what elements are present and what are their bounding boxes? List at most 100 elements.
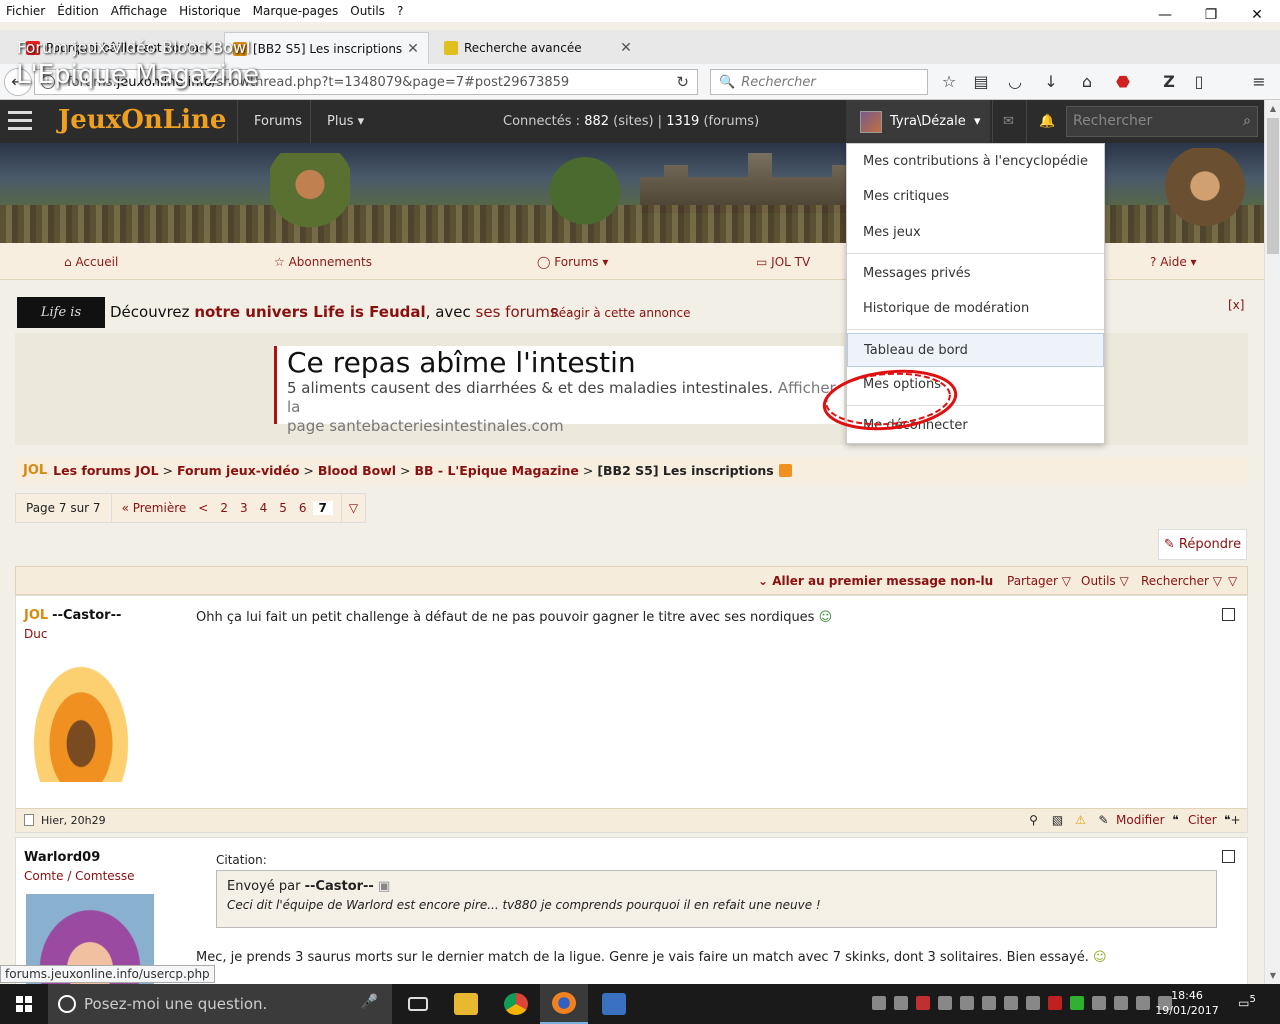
quote-icon[interactable]: ❝ — [1168, 813, 1183, 828]
microphone-icon[interactable]: 🎤 — [361, 994, 378, 1010]
menu-aide[interactable]: ? — [391, 4, 409, 18]
tray-wifi-icon[interactable] — [1114, 996, 1128, 1010]
page-scrollbar[interactable]: ▲ ▼ — [1264, 100, 1280, 984]
bell-icon[interactable]: 🔔 — [1026, 100, 1062, 143]
tab-advanced-search[interactable]: Recherche avancée ✕ — [436, 32, 641, 64]
alert-icon[interactable]: ⚠ — [1073, 813, 1088, 828]
notification-center-icon[interactable]: ▭5 — [1236, 994, 1258, 1014]
tray-app-icon[interactable] — [1026, 996, 1040, 1010]
menu-item-tableau-de-bord[interactable]: Tableau de bord — [847, 333, 1104, 367]
download-icon[interactable]: ↓ — [1040, 72, 1062, 92]
tools-menu[interactable]: Outils ▽ — [1081, 574, 1129, 588]
jeuxonline-logo[interactable]: JeuxOnLine — [58, 105, 226, 135]
rss-icon[interactable] — [778, 463, 792, 477]
hamburger-menu-icon[interactable]: ≡ — [1248, 72, 1270, 92]
tray-app-icon[interactable] — [1092, 996, 1106, 1010]
page-link[interactable]: 5 — [273, 501, 293, 515]
forums-link[interactable]: ses forums — [476, 303, 558, 321]
close-announcement-button[interactable]: [x] — [1228, 298, 1244, 312]
edit-link[interactable]: Modifier — [1116, 813, 1165, 827]
clock[interactable]: 18:46 19/01/2017 — [1152, 988, 1222, 1018]
post-author[interactable]: Warlord09 — [24, 850, 100, 865]
nav-plus[interactable]: Plus ▾ — [310, 100, 380, 143]
taskbar-explorer[interactable] — [442, 984, 490, 1024]
tray-volume-icon[interactable] — [1136, 996, 1150, 1010]
reading-list-icon[interactable]: ▤ — [970, 72, 992, 92]
menu-item-jeux[interactable]: Mes jeux — [847, 216, 1104, 250]
menu-item-critiques[interactable]: Mes critiques — [847, 180, 1104, 214]
site-search-input[interactable]: Rechercher ⌕ — [1066, 106, 1258, 137]
document-icon[interactable]: ▯ — [1188, 72, 1210, 92]
announcement-link[interactable]: notre univers Life is Feudal — [194, 303, 425, 321]
scroll-down-icon[interactable]: ▼ — [1265, 971, 1280, 980]
page-prev[interactable]: < — [192, 501, 214, 515]
menu-edition[interactable]: Édition — [51, 4, 105, 18]
menu-outils[interactable]: Outils — [344, 4, 391, 18]
menu-historique[interactable]: Historique — [173, 4, 247, 18]
banner-title[interactable]: L'Epique Magazine — [16, 60, 259, 90]
banner-crumb-forum[interactable]: Forum jeux-vidéo — [17, 38, 156, 57]
ad-content[interactable]: Ce repas abîme l'intestin 5 aliments cau… — [274, 346, 844, 435]
bookmark-star-icon[interactable]: ☆ — [938, 72, 960, 92]
subnav-aide[interactable]: ? Aide ▾ — [1150, 255, 1197, 269]
nav-forums[interactable]: Forums — [237, 100, 318, 143]
menu-item-messages-prives[interactable]: Messages privés — [847, 257, 1104, 291]
menu-item-deconnecter[interactable]: Me déconnecter — [847, 409, 1104, 443]
tray-usb-icon[interactable] — [872, 996, 886, 1010]
breadcrumb-blood-bowl[interactable]: Blood Bowl — [318, 463, 396, 478]
post-author[interactable]: JOL --Castor-- — [24, 608, 121, 623]
tray-avira-icon[interactable] — [1048, 996, 1062, 1010]
subnav-abonnements[interactable]: ☆ Abonnements — [274, 255, 372, 269]
page-link[interactable]: 6 — [293, 501, 313, 515]
adblock-icon[interactable]: ⬣ — [1112, 72, 1134, 92]
tray-app-icon[interactable] — [960, 996, 974, 1010]
share-menu[interactable]: Partager ▽ — [1007, 574, 1071, 588]
banner-crumb-bloodbowl[interactable]: Blood Bowl — [162, 38, 251, 57]
menu-item-mes-options[interactable]: Mes options — [847, 368, 1104, 402]
search-thread-menu[interactable]: Rechercher ▽ — [1141, 574, 1222, 588]
menu-item-contributions[interactable]: Mes contributions à l'encyclopédie — [847, 145, 1104, 179]
menu-marque-pages[interactable]: Marque-pages — [247, 4, 345, 18]
tray-signal-icon[interactable] — [1070, 996, 1084, 1010]
restore-icon[interactable]: ❐ — [1188, 0, 1234, 30]
pocket-icon[interactable]: ◡ — [1004, 72, 1026, 92]
menu-affichage[interactable]: Affichage — [105, 4, 173, 18]
warn-icon[interactable]: ▧ — [1050, 813, 1065, 828]
tray-steam-icon[interactable] — [1004, 996, 1018, 1010]
goto-unread-link[interactable]: ⌄ Aller au premier message non-lu — [758, 574, 993, 588]
home-icon[interactable]: ⌂ — [1076, 72, 1098, 92]
menu-fichier[interactable]: Fichier — [0, 4, 51, 18]
taskbar-chrome[interactable] — [492, 984, 540, 1024]
cortana-search[interactable]: Posez-moi une question. 🎤 — [48, 984, 392, 1024]
page-dropdown-icon[interactable]: ▽ — [341, 494, 365, 522]
browser-search-input[interactable]: 🔍 Rechercher — [710, 69, 928, 95]
envelope-icon[interactable]: ✉ — [992, 100, 1026, 143]
search-icon[interactable]: ⌕ — [1243, 113, 1251, 129]
reload-icon[interactable]: ↻ — [676, 73, 689, 91]
multiquote-icon[interactable]: ❝+ — [1224, 813, 1241, 828]
tray-app-icon[interactable] — [894, 996, 908, 1010]
display-mode-icon[interactable]: ▽ — [1228, 574, 1237, 588]
close-window-icon[interactable]: ✕ — [1234, 0, 1280, 30]
page-first[interactable]: « Première — [116, 501, 193, 515]
reply-button[interactable]: ✎ Répondre — [1158, 529, 1247, 560]
breadcrumb-epique[interactable]: BB - L'Epique Magazine — [415, 463, 579, 478]
task-view-button[interactable] — [394, 984, 442, 1024]
zotero-icon[interactable]: Z — [1158, 72, 1180, 92]
close-tab-icon[interactable]: ✕ — [619, 40, 633, 56]
edit-icon[interactable]: ✎ — [1096, 813, 1111, 828]
tray-cloud-icon[interactable] — [938, 996, 952, 1010]
start-button[interactable] — [0, 984, 48, 1024]
react-announcement-link[interactable]: Réagir à cette annonce — [551, 306, 690, 320]
page-link[interactable]: 2 — [214, 501, 234, 515]
ad-title[interactable]: Ce repas abîme l'intestin — [287, 346, 844, 379]
taskbar-help-app[interactable] — [590, 984, 638, 1024]
life-is-feudal-logo[interactable]: Life is Feudal — [17, 297, 105, 351]
site-menu-icon[interactable] — [8, 111, 32, 131]
menu-item-historique-moderation[interactable]: Historique de modération — [847, 292, 1104, 326]
taskbar-firefox[interactable] — [540, 984, 588, 1024]
tray-antivirus-icon[interactable] — [916, 996, 930, 1010]
quote-link[interactable]: Citer — [1188, 813, 1217, 827]
subnav-forums[interactable]: ◯ Forums ▾ — [537, 255, 608, 269]
page-link[interactable]: 3 — [234, 501, 254, 515]
